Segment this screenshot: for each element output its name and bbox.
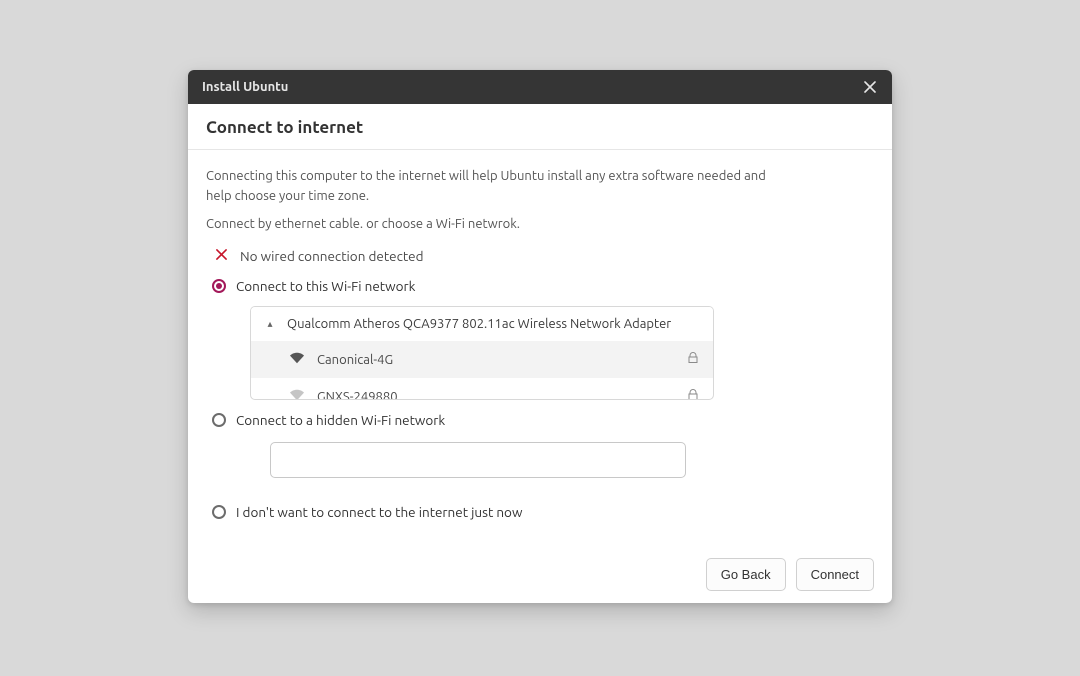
adapter-header[interactable]: ▴ Qualcomm Atheros QCA9377 802.11ac Wire…	[251, 307, 713, 341]
close-icon[interactable]	[862, 79, 878, 95]
page-title: Connect to internet	[206, 118, 874, 137]
wifi-icon	[289, 351, 305, 368]
page-header: Connect to internet	[188, 104, 892, 150]
network-row[interactable]: Canonical-4G	[251, 341, 713, 378]
radio-icon	[212, 413, 226, 427]
go-back-button[interactable]: Go Back	[706, 558, 786, 591]
description-line-2: Connect by ethernet cable. or choose a W…	[206, 214, 786, 234]
radio-icon	[212, 505, 226, 519]
installer-window: Install Ubuntu Connect to internet Conne…	[188, 70, 892, 603]
network-ssid: Canonical-4G	[317, 353, 393, 367]
footer-buttons: Go Back Connect	[188, 546, 892, 603]
adapter-panel: ▴ Qualcomm Atheros QCA9377 802.11ac Wire…	[250, 306, 714, 400]
description-text: Connecting this computer to the internet…	[206, 166, 786, 234]
option-none-label: I don't want to connect to the internet …	[236, 504, 522, 520]
option-wifi[interactable]: Connect to this Wi-Fi network	[212, 278, 874, 294]
adapter-name: Qualcomm Atheros QCA9377 802.11ac Wirele…	[287, 317, 671, 331]
network-row[interactable]: GNXS-249880	[251, 378, 713, 399]
option-no-internet[interactable]: I don't want to connect to the internet …	[212, 504, 874, 520]
radio-icon	[212, 279, 226, 293]
option-hidden-label: Connect to a hidden Wi-Fi network	[236, 412, 445, 428]
option-wifi-label: Connect to this Wi-Fi network	[236, 278, 415, 294]
wired-status-label: No wired connection detected	[240, 248, 423, 264]
wifi-icon	[289, 388, 305, 399]
window-title: Install Ubuntu	[202, 80, 288, 94]
wired-status: No wired connection detected	[212, 248, 874, 264]
chevron-up-icon: ▴	[263, 318, 277, 330]
description-line-1: Connecting this computer to the internet…	[206, 166, 786, 206]
titlebar: Install Ubuntu	[188, 70, 892, 104]
network-ssid: GNXS-249880	[317, 390, 398, 400]
network-list: Canonical-4G GNXS-249880	[251, 341, 713, 399]
lock-icon	[685, 351, 701, 368]
lock-icon	[685, 388, 701, 399]
hidden-network-input[interactable]	[270, 442, 686, 478]
option-hidden-wifi[interactable]: Connect to a hidden Wi-Fi network	[212, 412, 874, 428]
connect-button[interactable]: Connect	[796, 558, 874, 591]
error-x-icon	[212, 249, 230, 263]
content-area: Connecting this computer to the internet…	[188, 150, 892, 520]
